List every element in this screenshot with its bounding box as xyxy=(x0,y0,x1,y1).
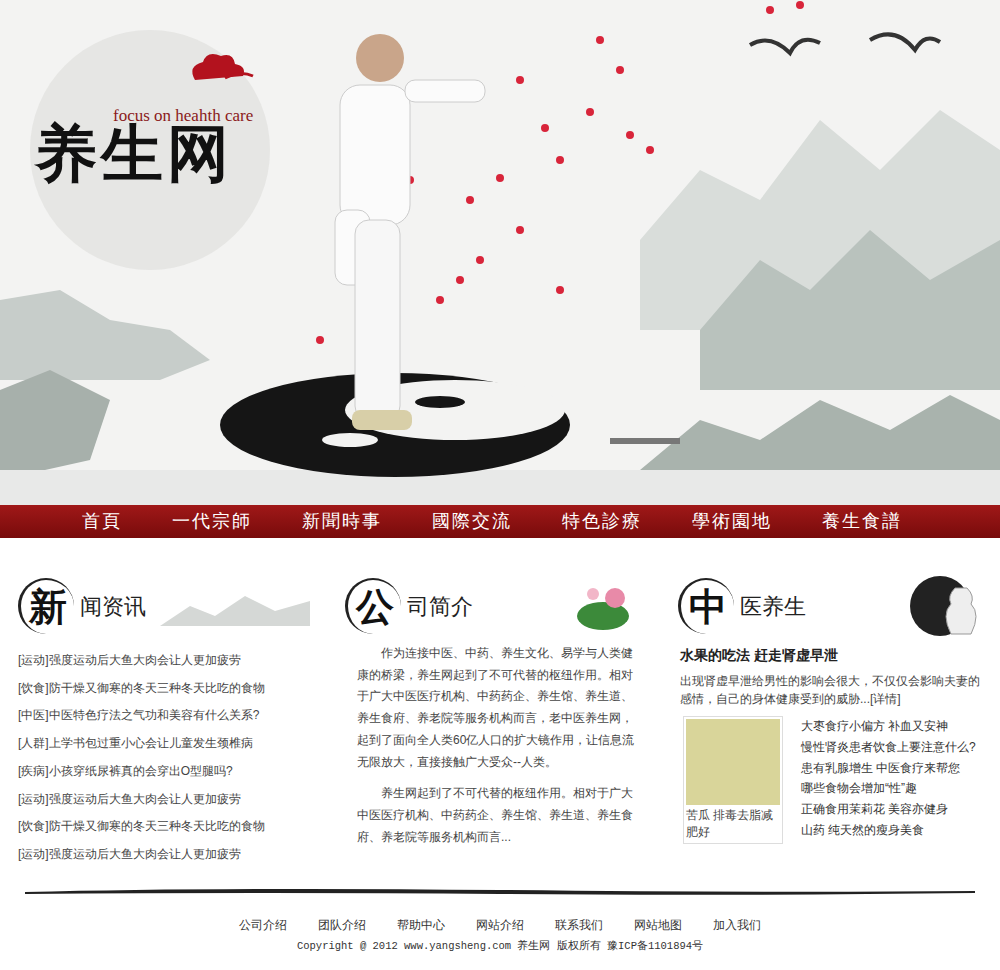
news-item[interactable]: [疾病]小孩穿纸尿裤真的会穿出O型腿吗? xyxy=(18,758,310,786)
footer-links: 公司介绍 团队介绍 帮助中心 网站介绍 联系我们 网站地图 加入我们 xyxy=(239,915,761,935)
news-item[interactable]: [人群]上学书包过重小心会让儿童发生颈椎病 xyxy=(18,730,310,758)
footer-link[interactable]: 联系我们 xyxy=(555,915,603,935)
content: 新闻资讯[运动]强度运动后大鱼大肉会让人更加疲劳[饮食]防干燥又御寒的冬天三种冬… xyxy=(0,538,1000,883)
copyright: Copyright @ 2012 www.yangsheng.com 养生网 版… xyxy=(297,939,703,955)
nav-item[interactable]: 首頁 xyxy=(82,508,122,535)
cloud-icon xyxy=(185,50,255,90)
page: 养生网focus on heahth care 首頁 一代宗師 新聞時事 國際交流 特色診… xyxy=(0,0,1000,970)
news-item[interactable]: [饮食]防干燥又御寒的冬天三种冬天比吃的食物 xyxy=(18,675,310,703)
news-item[interactable]: [运动]强度运动后大鱼大肉会让人更加疲劳 xyxy=(18,841,310,869)
footer-link[interactable]: 网站地图 xyxy=(634,915,682,935)
news-item[interactable]: [运动]强度运动后大鱼大肉会让人更加疲劳 xyxy=(18,647,310,675)
nav-item[interactable]: 一代宗師 xyxy=(172,508,252,535)
footer-link[interactable]: 加入我们 xyxy=(713,915,761,935)
tcm-link[interactable]: 患有乳腺增生 中医食疗来帮您 xyxy=(801,758,976,779)
section-heading: 新闻资讯 xyxy=(18,571,310,641)
footer-link[interactable]: 公司介绍 xyxy=(239,915,287,935)
tcm-link[interactable]: 山药 纯天然的瘦身美食 xyxy=(801,820,976,841)
food-card[interactable]: 苦瓜 排毒去脂减肥好 xyxy=(683,716,783,844)
ink-divider xyxy=(25,883,975,899)
food-photo xyxy=(686,719,780,805)
nav-item[interactable]: 養生食譜 xyxy=(822,508,902,535)
footer-link[interactable]: 团队介绍 xyxy=(318,915,366,935)
about-paragraph: 作为连接中医、中药、养生文化、易学与人类健康的桥梁，养生网起到了不可代替的枢纽作… xyxy=(357,643,637,773)
featured-title[interactable]: 水果的吃法 赶走肾虚早泄 xyxy=(680,645,990,666)
heading-title: 医养生 xyxy=(740,590,806,623)
about-section: 公司简介作为连接中医、中药、养生文化、易学与人类健康的桥梁，养生网起到了不可代替… xyxy=(345,571,643,883)
news-section: 新闻资讯[运动]强度运动后大鱼大肉会让人更加疲劳[饮食]防干燥又御寒的冬天三种冬… xyxy=(18,571,310,883)
news-item[interactable]: [饮食]防干燥又御寒的冬天三种冬天比吃的食物 xyxy=(18,813,310,841)
nav-item[interactable]: 特色診療 xyxy=(562,508,642,535)
heading-badge: 中 xyxy=(678,578,734,634)
heading-badge: 公 xyxy=(345,578,401,634)
hero: 养生网focus on heahth care xyxy=(0,0,1000,505)
heading-title: 司简介 xyxy=(407,590,473,623)
logo-slogan: focus on heahth care xyxy=(113,103,253,129)
logo: 养生网focus on heahth care xyxy=(35,50,255,188)
tcm-link[interactable]: 大枣食疗小偏方 补血又安神 xyxy=(801,716,976,737)
footer-link[interactable]: 帮助中心 xyxy=(397,915,445,935)
logo-title: 养生网 xyxy=(35,120,233,188)
ink-landscape-icon xyxy=(160,586,310,626)
detail-link[interactable]: [详情] xyxy=(870,692,901,706)
section-heading: 中医养生 xyxy=(678,571,990,641)
footer: 公司介绍 团队介绍 帮助中心 网站介绍 联系我们 网站地图 加入我们 Copyright @ … xyxy=(0,883,1000,955)
main-nav: 首頁 一代宗師 新聞時事 國際交流 特色診療 學術園地 養生食譜 xyxy=(0,505,1000,538)
nav-item[interactable]: 國際交流 xyxy=(432,508,512,535)
tcm-link[interactable]: 哪些食物会增加“性”趣 xyxy=(801,778,976,799)
section-heading: 公司简介 xyxy=(345,571,643,641)
featured-summary: 出现肾虚早泄给男性的影响会很大，不仅仅会影响夫妻的感情，自己的身体健康受到的威胁… xyxy=(680,672,990,708)
nav-item[interactable]: 新聞時事 xyxy=(302,508,382,535)
food-caption: 苦瓜 排毒去脂减肥好 xyxy=(686,807,780,841)
news-item[interactable]: [运动]强度运动后大鱼大肉会让人更加疲劳 xyxy=(18,786,310,814)
footer-link[interactable]: 网站介绍 xyxy=(476,915,524,935)
heading-title: 闻资讯 xyxy=(80,590,146,623)
nav-item[interactable]: 學術園地 xyxy=(692,508,772,535)
news-item[interactable]: [中医]中医特色疗法之气功和美容有什么关系? xyxy=(18,702,310,730)
featured-article: 水果的吃法 赶走肾虚早泄出现肾虚早泄给男性的影响会很大，不仅仅会影响夫妻的感情，… xyxy=(678,641,990,708)
tcm-links: 大枣食疗小偏方 补血又安神慢性肾炎患者饮食上要注意什么?患有乳腺增生 中医食疗来… xyxy=(801,716,976,844)
vase-icon xyxy=(900,573,990,639)
news-list: [运动]强度运动后大鱼大肉会让人更加疲劳[饮食]防干燥又御寒的冬天三种冬天比吃的… xyxy=(18,647,310,869)
tcm-link[interactable]: 正确食用茉莉花 美容亦健身 xyxy=(801,799,976,820)
lotus-icon xyxy=(563,576,643,636)
tcm-section: 中医养生水果的吃法 赶走肾虚早泄出现肾虚早泄给男性的影响会很大，不仅仅会影响夫妻… xyxy=(678,571,990,883)
heading-badge: 新 xyxy=(18,578,74,634)
tcm-link[interactable]: 慢性肾炎患者饮食上要注意什么? xyxy=(801,737,976,758)
about-paragraph: 养生网起到了不可代替的枢纽作用。相对于广大中医医疗机构、中药药企、养生馆、养生道… xyxy=(357,783,637,848)
hero-landscape xyxy=(0,0,1000,505)
